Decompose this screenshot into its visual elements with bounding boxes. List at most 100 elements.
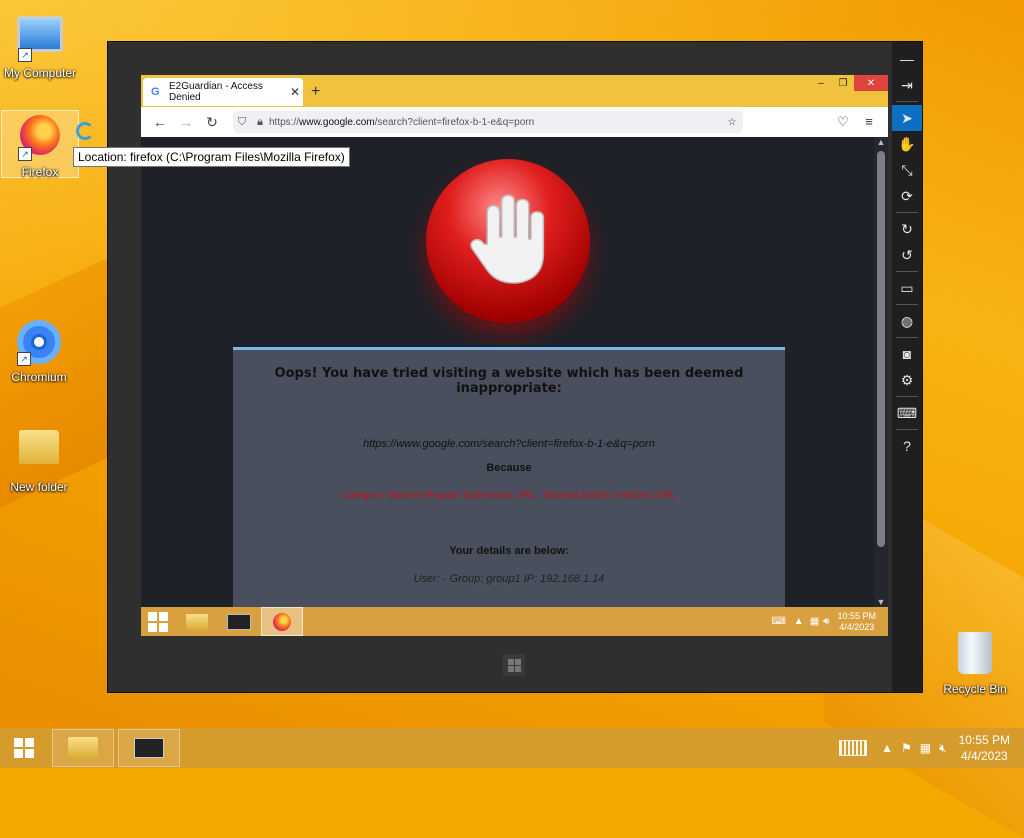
windows-logo-icon xyxy=(507,658,521,672)
desktop-icon-label: Firefox xyxy=(21,165,59,179)
desktop-icon-my-computer[interactable]: ↗ My Computer xyxy=(2,10,78,80)
system-tray: ▲ ⚑ ▦ 🔇︎ 10:55 PM 4/4/2023 xyxy=(839,732,1024,764)
because-label: Because xyxy=(486,462,532,474)
desktop-icon-label: Chromium xyxy=(11,370,67,384)
touch-keyboard-icon[interactable] xyxy=(839,740,868,756)
window-controls: – ❐ ✕ xyxy=(810,75,888,91)
pointer-icon[interactable]: ➤ xyxy=(892,105,922,131)
recycle-bin-icon xyxy=(958,632,992,674)
firefox-icon xyxy=(273,612,291,631)
desktop-icon-firefox[interactable]: ↗ Firefox xyxy=(1,110,79,179)
menu-icon[interactable]: ≡ xyxy=(856,114,882,130)
divider xyxy=(896,101,918,102)
keyboard-icon[interactable]: ⌨ xyxy=(771,616,785,627)
volume-muted-icon[interactable]: 🔇︎ xyxy=(939,741,947,756)
bookmark-star-icon[interactable]: ☆ xyxy=(721,117,743,128)
start-button[interactable] xyxy=(0,728,48,768)
location-tooltip: Location: firefox (C:\Program Files\Mozi… xyxy=(73,147,350,167)
page-scrollbar[interactable]: ▲ ▼ xyxy=(874,137,888,607)
undo-icon[interactable]: ↺ xyxy=(892,242,922,268)
help-icon[interactable]: ? xyxy=(892,433,922,459)
vm-taskbar-explorer[interactable] xyxy=(177,608,217,635)
tab-access-denied[interactable]: G E2Guardian - Access Denied ✕ xyxy=(143,78,303,106)
network-icon[interactable]: ▦ xyxy=(810,616,819,627)
clock[interactable]: 10:55 PM 4/4/2023 xyxy=(959,732,1010,764)
tab-title: E2Guardian - Access Denied xyxy=(169,81,263,103)
desktop-icon-new-folder[interactable]: New folder xyxy=(1,422,77,494)
file-explorer-icon xyxy=(186,613,208,630)
minimize-icon[interactable]: — xyxy=(892,46,922,72)
resize-icon[interactable]: ⤡ xyxy=(892,157,922,183)
file-explorer-icon xyxy=(68,737,98,759)
vm-window: G E2Guardian - Access Denied ✕ + – ❐ ✕ ←… xyxy=(108,42,922,692)
computer-icon xyxy=(17,16,63,52)
show-hidden-icons-icon[interactable]: ▲ xyxy=(794,616,804,627)
camera-icon[interactable]: ◙ xyxy=(892,341,922,367)
tab-close-icon[interactable]: ✕ xyxy=(287,85,303,99)
stop-hand-icon xyxy=(426,159,590,323)
network-icon[interactable]: ▦ xyxy=(920,741,931,755)
maximize-button[interactable]: ❐ xyxy=(832,75,854,91)
scroll-down-icon[interactable]: ▼ xyxy=(874,597,888,607)
url-text: https://www.google.com/search?client=fir… xyxy=(269,116,535,128)
user-details: User: - Group: group1 IP: 192.168.1.14 xyxy=(413,573,605,585)
desktop-icon-label: Recycle Bin xyxy=(943,682,1007,696)
desktop-icon-chromium[interactable]: ↗ Chromium xyxy=(1,318,77,384)
keyboard-icon[interactable]: ⌨ xyxy=(892,400,922,426)
scroll-up-icon[interactable]: ▲ xyxy=(874,137,888,147)
divider xyxy=(896,396,918,397)
show-hidden-icons-icon[interactable]: ▲ xyxy=(881,741,893,755)
vm-clock[interactable]: 10:55 PM 4/4/2023 xyxy=(837,611,876,633)
close-button[interactable]: ✕ xyxy=(854,75,888,91)
url-bar[interactable]: ⛉ 🔒︎ https://www.google.com/search?clien… xyxy=(233,111,743,133)
taskbar-file-explorer[interactable] xyxy=(52,729,114,767)
hand-icon[interactable]: ✋ xyxy=(892,131,922,157)
desktop-icon-label: My Computer xyxy=(3,66,77,80)
globe-icon[interactable]: ◍ xyxy=(892,308,922,334)
tab-bar: G E2Guardian - Access Denied ✕ + – ❐ ✕ xyxy=(141,75,888,107)
volume-icon[interactable]: 🔊︎ xyxy=(823,616,829,627)
back-button[interactable]: ← xyxy=(147,114,173,130)
refresh-icon[interactable]: ↻ xyxy=(892,216,922,242)
taskbar: ▲ ⚑ ▦ 🔇︎ 10:55 PM 4/4/2023 xyxy=(0,728,1024,768)
vm-toolbar: — ⇥ ➤ ✋ ⤡ ⟳ ↻ ↺ ▭ ◍ ◙ ⚙ ⌨ ? xyxy=(892,42,922,692)
divider xyxy=(896,429,918,430)
remote-desktop-icon xyxy=(227,613,251,630)
divider xyxy=(896,337,918,338)
shield-icon[interactable]: ⛉ xyxy=(233,116,251,129)
page-content: Oops! You have tried visiting a website … xyxy=(141,137,874,607)
lock-icon[interactable]: 🔒︎ xyxy=(251,116,269,129)
pin-icon[interactable]: ⇥ xyxy=(892,72,922,98)
divider xyxy=(896,212,918,213)
minimize-button[interactable]: – xyxy=(810,75,832,91)
settings-icon[interactable]: ⚙ xyxy=(892,367,922,393)
desktop-icon-recycle-bin[interactable]: Recycle Bin xyxy=(937,632,1013,696)
new-tab-button[interactable]: + xyxy=(311,83,320,101)
divider xyxy=(896,304,918,305)
taskbar-remote-desktop[interactable] xyxy=(118,729,180,767)
action-center-icon[interactable]: ⚑ xyxy=(901,741,912,755)
folder-icon xyxy=(19,430,59,464)
display-icon[interactable]: ▭ xyxy=(892,275,922,301)
busy-spinner-icon xyxy=(76,122,94,140)
vm-taskbar-firefox[interactable] xyxy=(261,607,303,636)
blocked-url: https://www.google.com/search?client=fir… xyxy=(363,438,655,450)
windows-logo-icon xyxy=(14,738,34,758)
details-heading: Your details are below: xyxy=(449,545,569,557)
block-heading: Oops! You have tried visiting a website … xyxy=(274,366,744,396)
remote-desktop-icon xyxy=(134,738,164,758)
vm-system-tray: ⌨ ▲ ▦ 🔊︎ 10:55 PM 4/4/2023 xyxy=(771,611,888,633)
vm-windows-key-button[interactable] xyxy=(503,654,525,676)
pocket-icon[interactable]: ♡ xyxy=(830,114,856,130)
divider xyxy=(896,271,918,272)
vm-start-button[interactable] xyxy=(141,611,175,632)
mouse-icon[interactable]: ⟳ xyxy=(892,183,922,209)
scroll-thumb[interactable] xyxy=(877,151,885,547)
forward-button[interactable]: → xyxy=(173,114,199,130)
block-message-panel: Oops! You have tried visiting a website … xyxy=(233,347,785,607)
vm-taskbar: ⌨ ▲ ▦ 🔊︎ 10:55 PM 4/4/2023 xyxy=(141,607,888,636)
toolbar-right: ♡ ≡ xyxy=(830,114,882,130)
desktop-icon-label: New folder xyxy=(10,480,68,494)
vm-taskbar-remote[interactable] xyxy=(219,608,259,635)
reload-button[interactable]: ↻ xyxy=(199,114,225,131)
